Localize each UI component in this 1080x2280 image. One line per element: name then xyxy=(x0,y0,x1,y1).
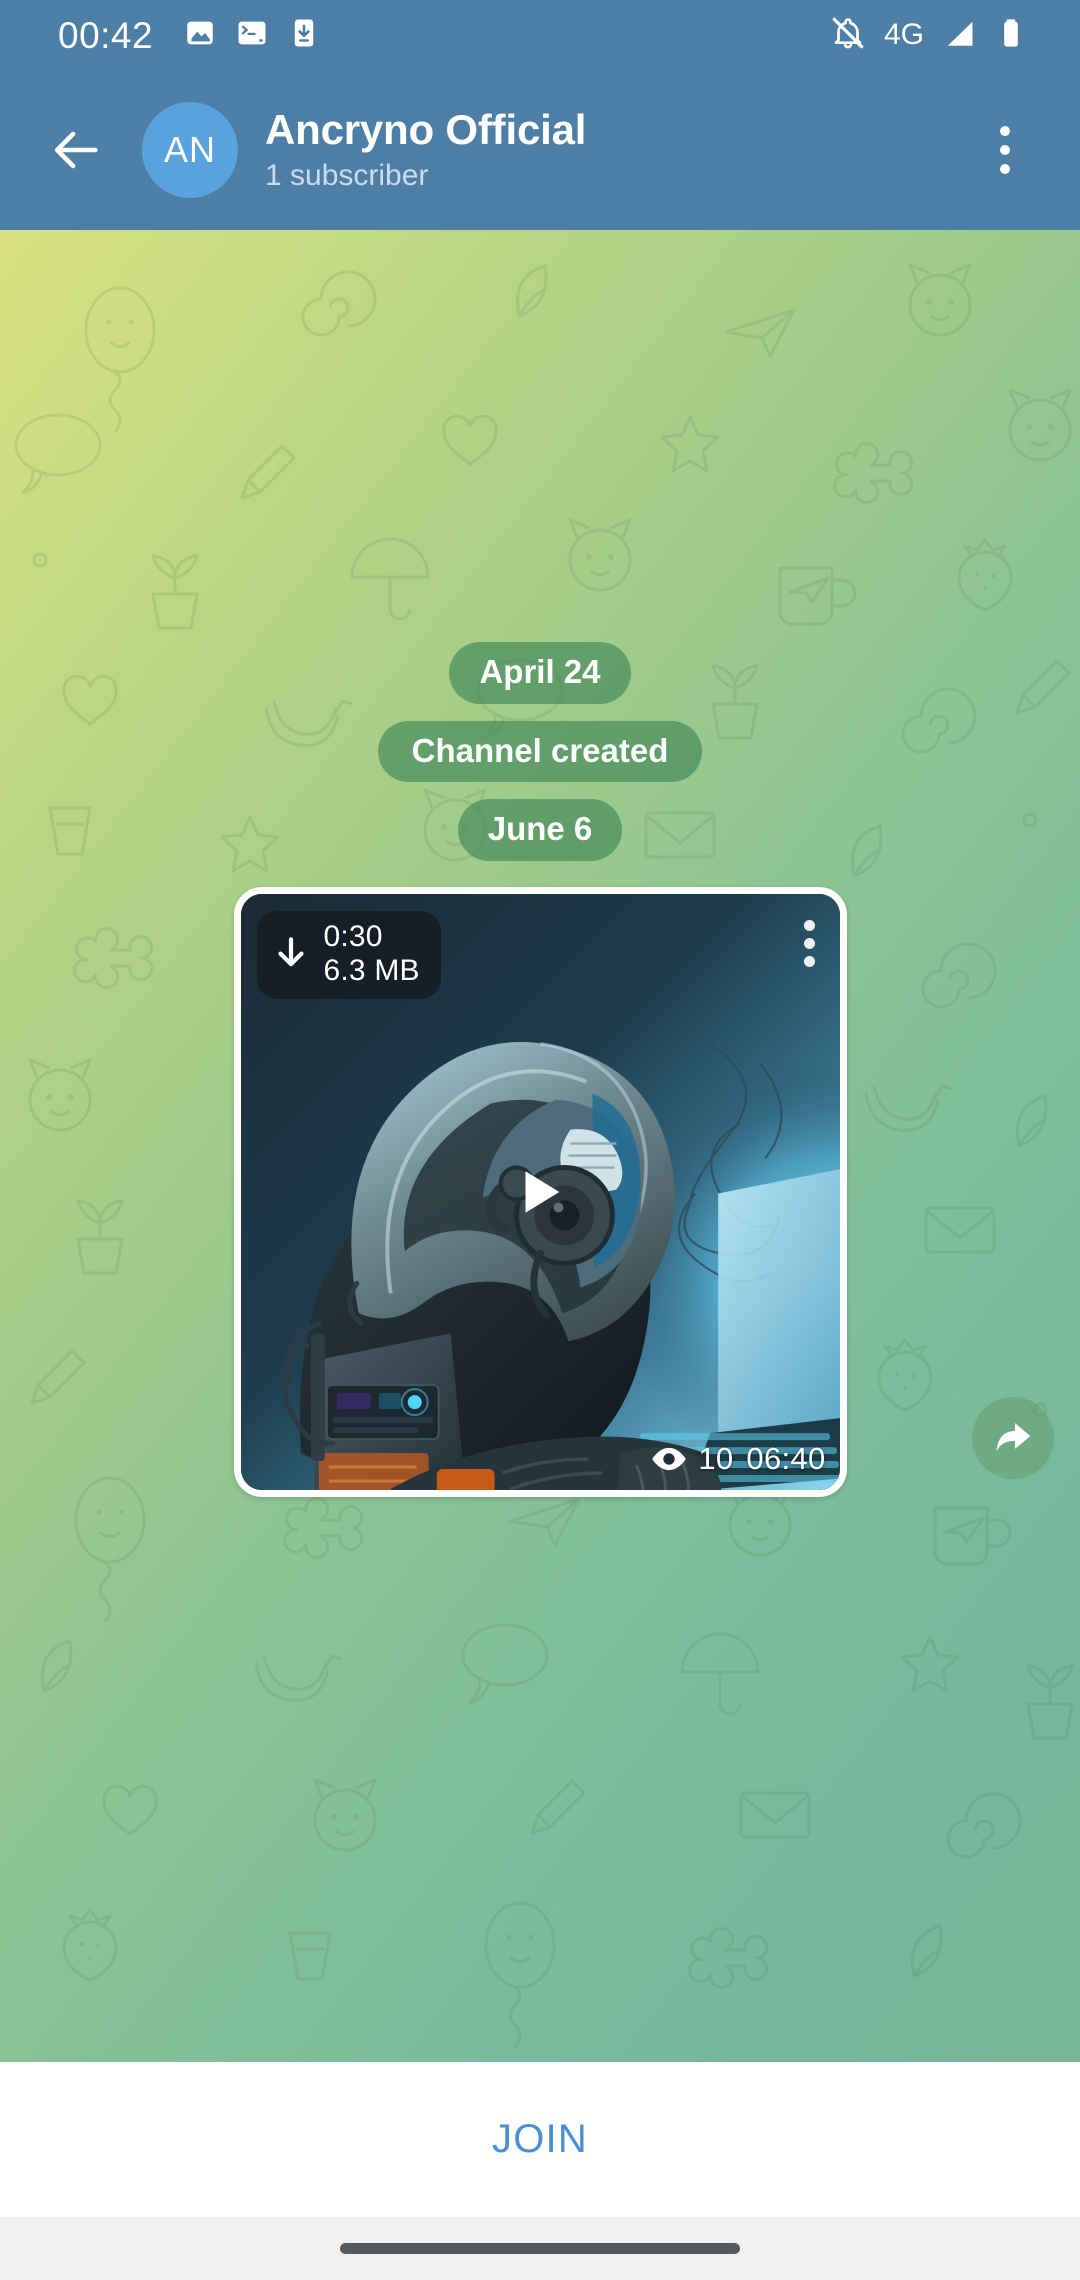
overflow-menu-icon xyxy=(803,937,815,949)
chat-canvas: April 24 Channel created June 6 0:30 6.3… xyxy=(0,230,1080,2062)
forward-arrow-icon xyxy=(996,1422,1031,1452)
forward-message-button[interactable] xyxy=(972,1396,1054,1479)
overflow-menu-icon xyxy=(1000,164,1010,174)
avatar-initials: AN xyxy=(163,129,216,170)
eye-icon xyxy=(652,1447,687,1470)
system-navigation-bar xyxy=(0,2217,1080,2280)
status-system-icons: 4G xyxy=(829,14,1028,57)
channel-name: Ancryno Official xyxy=(265,105,587,153)
header-overflow-menu-button[interactable] xyxy=(960,102,1050,198)
terminal-icon xyxy=(235,16,269,55)
overflow-menu-icon xyxy=(803,955,815,967)
message-timestamp: 06:40 xyxy=(746,1440,826,1476)
gesture-handle[interactable] xyxy=(340,2243,740,2254)
download-notification-icon xyxy=(287,16,321,55)
video-overflow-menu-button[interactable] xyxy=(798,914,821,973)
channel-avatar[interactable]: AN xyxy=(142,102,238,198)
video-filesize: 6.3 MB xyxy=(323,954,420,988)
battery-icon xyxy=(994,16,1028,55)
play-button[interactable] xyxy=(503,1155,577,1229)
message-list: April 24 Channel created June 6 0:30 6.3… xyxy=(0,230,1080,2062)
image-icon xyxy=(183,16,217,55)
join-bar[interactable]: JOIN xyxy=(0,2062,1080,2217)
video-download-badge[interactable]: 0:30 6.3 MB xyxy=(256,910,441,1000)
status-bar: 00:42 4G xyxy=(0,0,1080,70)
message-row: 0:30 6.3 MB 10 06:40 xyxy=(0,886,1080,1497)
video-message-bubble[interactable]: 0:30 6.3 MB 10 06:40 xyxy=(233,886,847,1497)
telegram-channel-screen: 00:42 4G AN Ancryno Official 1 subscribe… xyxy=(0,0,1080,2280)
chat-title-block[interactable]: Ancryno Official 1 subscriber xyxy=(265,106,586,195)
view-count: 10 xyxy=(698,1440,734,1476)
back-button[interactable] xyxy=(28,102,124,198)
service-chip-channel-created: Channel created xyxy=(377,720,703,783)
download-arrow-icon xyxy=(277,937,304,967)
overflow-menu-icon xyxy=(1000,126,1010,136)
bell-muted-icon xyxy=(829,14,867,57)
view-count-group: 10 xyxy=(650,1441,733,1477)
video-meta-overlay: 10 06:40 xyxy=(650,1441,825,1477)
overflow-menu-icon xyxy=(1000,145,1010,155)
join-button[interactable]: JOIN xyxy=(492,2117,588,2162)
video-duration: 0:30 xyxy=(323,919,383,953)
network-type-label: 4G xyxy=(883,18,924,51)
status-notification-icons xyxy=(183,16,321,55)
status-clock: 00:42 xyxy=(58,14,154,56)
back-arrow-icon xyxy=(54,131,98,169)
service-chip-date[interactable]: June 6 xyxy=(457,799,623,861)
overflow-menu-icon xyxy=(803,919,815,931)
signal-icon xyxy=(941,15,977,56)
chat-header: AN Ancryno Official 1 subscriber xyxy=(0,70,1080,230)
service-chip-date[interactable]: April 24 xyxy=(449,642,631,704)
play-icon xyxy=(525,1171,560,1213)
subscriber-count: 1 subscriber xyxy=(265,158,429,192)
